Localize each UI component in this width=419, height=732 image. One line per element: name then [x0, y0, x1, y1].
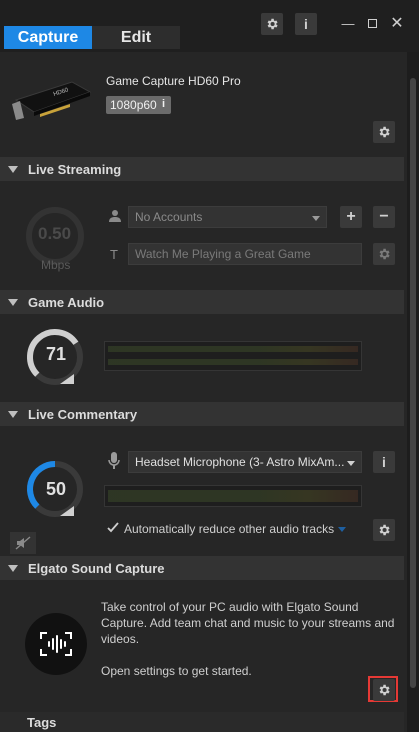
gear-icon [379, 126, 390, 138]
close-icon: ✕ [390, 15, 404, 32]
device-settings-button[interactable] [373, 121, 395, 143]
gear-icon [379, 524, 390, 536]
checkmark-icon [107, 522, 119, 533]
sound-capture-logo [25, 613, 87, 675]
chevron-down-icon [312, 216, 320, 221]
minimize-icon: — [341, 15, 355, 31]
gear-icon [379, 248, 390, 260]
info-button[interactable]: i [295, 13, 317, 35]
info-icon: i [304, 16, 308, 32]
section-title: Elgato Sound Capture [28, 560, 165, 576]
tab-capture[interactable]: Capture [4, 26, 92, 49]
mute-button[interactable] [10, 532, 36, 554]
accounts-placeholder: No Accounts [135, 210, 203, 224]
close-button[interactable]: ✕ [389, 15, 405, 32]
accounts-dropdown[interactable]: No Accounts [128, 206, 327, 228]
section-header-live-commentary[interactable]: Live Commentary [0, 402, 404, 426]
microphone-name: Headset Microphone (3- Astro MixAm... [135, 455, 345, 469]
chevron-down-icon [347, 461, 355, 466]
capture-card-image: HD60 [10, 74, 94, 124]
checkbox-auto-reduce[interactable] [106, 521, 120, 535]
speaker-muted-icon [15, 536, 31, 550]
section-title: Game Audio [28, 294, 105, 310]
scrollbar-thumb[interactable] [410, 78, 416, 688]
maximize-button[interactable] [364, 15, 380, 31]
section-title: Tags [27, 714, 57, 730]
account-icon [109, 209, 121, 222]
microphone-icon [108, 452, 120, 470]
section-header-game-audio[interactable]: Game Audio [0, 290, 404, 314]
collapse-arrow-icon [8, 564, 18, 572]
maximize-icon [367, 18, 377, 28]
stream-title-input[interactable]: Watch Me Playing a Great Game [128, 243, 362, 265]
sound-capture-description-line-2: Capture. Add team chat and music to your… [101, 616, 395, 630]
meter-right-channel [108, 359, 358, 365]
minimize-button[interactable]: — [340, 15, 356, 31]
commentary-meter [104, 485, 362, 507]
resolution-badge[interactable]: 1080p60 i [106, 96, 171, 114]
gear-icon [379, 684, 390, 696]
settings-button[interactable] [261, 13, 283, 35]
info-icon: i [162, 98, 166, 110]
sound-capture-description-line-1: Take control of your PC audio with Elgat… [101, 600, 359, 614]
gear-icon [267, 18, 278, 30]
sound-capture-settings-button[interactable] [373, 679, 395, 701]
commentary-settings-button[interactable] [373, 519, 395, 541]
section-title: Live Streaming [28, 161, 122, 177]
plus-icon: + [346, 208, 356, 225]
microphone-dropdown[interactable]: Headset Microphone (3- Astro MixAm... [128, 451, 362, 473]
collapse-arrow-icon [8, 410, 18, 418]
sound-wave-icon [40, 632, 72, 656]
chevron-down-icon[interactable] [338, 527, 346, 532]
tab-edit[interactable]: Edit [92, 26, 180, 49]
info-icon: i [382, 454, 386, 470]
sound-capture-cta: Open settings to get started. [101, 664, 252, 678]
section-title: Live Commentary [28, 406, 138, 422]
title-text-icon: T [110, 247, 118, 262]
resolution-label: 1080p60 [110, 98, 157, 112]
auto-reduce-label: Automatically reduce other audio tracks [124, 522, 335, 536]
minus-icon: − [379, 208, 389, 225]
sound-capture-description-line-3: videos. [101, 632, 140, 646]
meter-level-bar [108, 490, 358, 502]
game-audio-level: 71 [46, 344, 67, 364]
microphone-info-button[interactable]: i [373, 451, 395, 473]
section-header-live-streaming[interactable]: Live Streaming [0, 157, 404, 181]
commentary-level: 50 [46, 479, 67, 499]
section-header-sound-capture[interactable]: Elgato Sound Capture [0, 556, 404, 580]
collapse-arrow-icon [8, 165, 18, 173]
meter-left-channel [108, 346, 358, 352]
add-account-button[interactable]: + [340, 206, 362, 228]
bitrate-unit: Mbps [41, 258, 71, 272]
bitrate-value: 0.50 [38, 224, 72, 243]
stream-title-placeholder: Watch Me Playing a Great Game [135, 247, 311, 261]
stream-settings-button[interactable] [373, 243, 395, 265]
device-name: Game Capture HD60 Pro [106, 74, 241, 88]
collapse-arrow-icon [8, 298, 18, 306]
game-audio-meter [104, 341, 362, 371]
remove-account-button[interactable]: − [373, 206, 395, 228]
section-header-tags[interactable]: Tags [0, 712, 404, 732]
